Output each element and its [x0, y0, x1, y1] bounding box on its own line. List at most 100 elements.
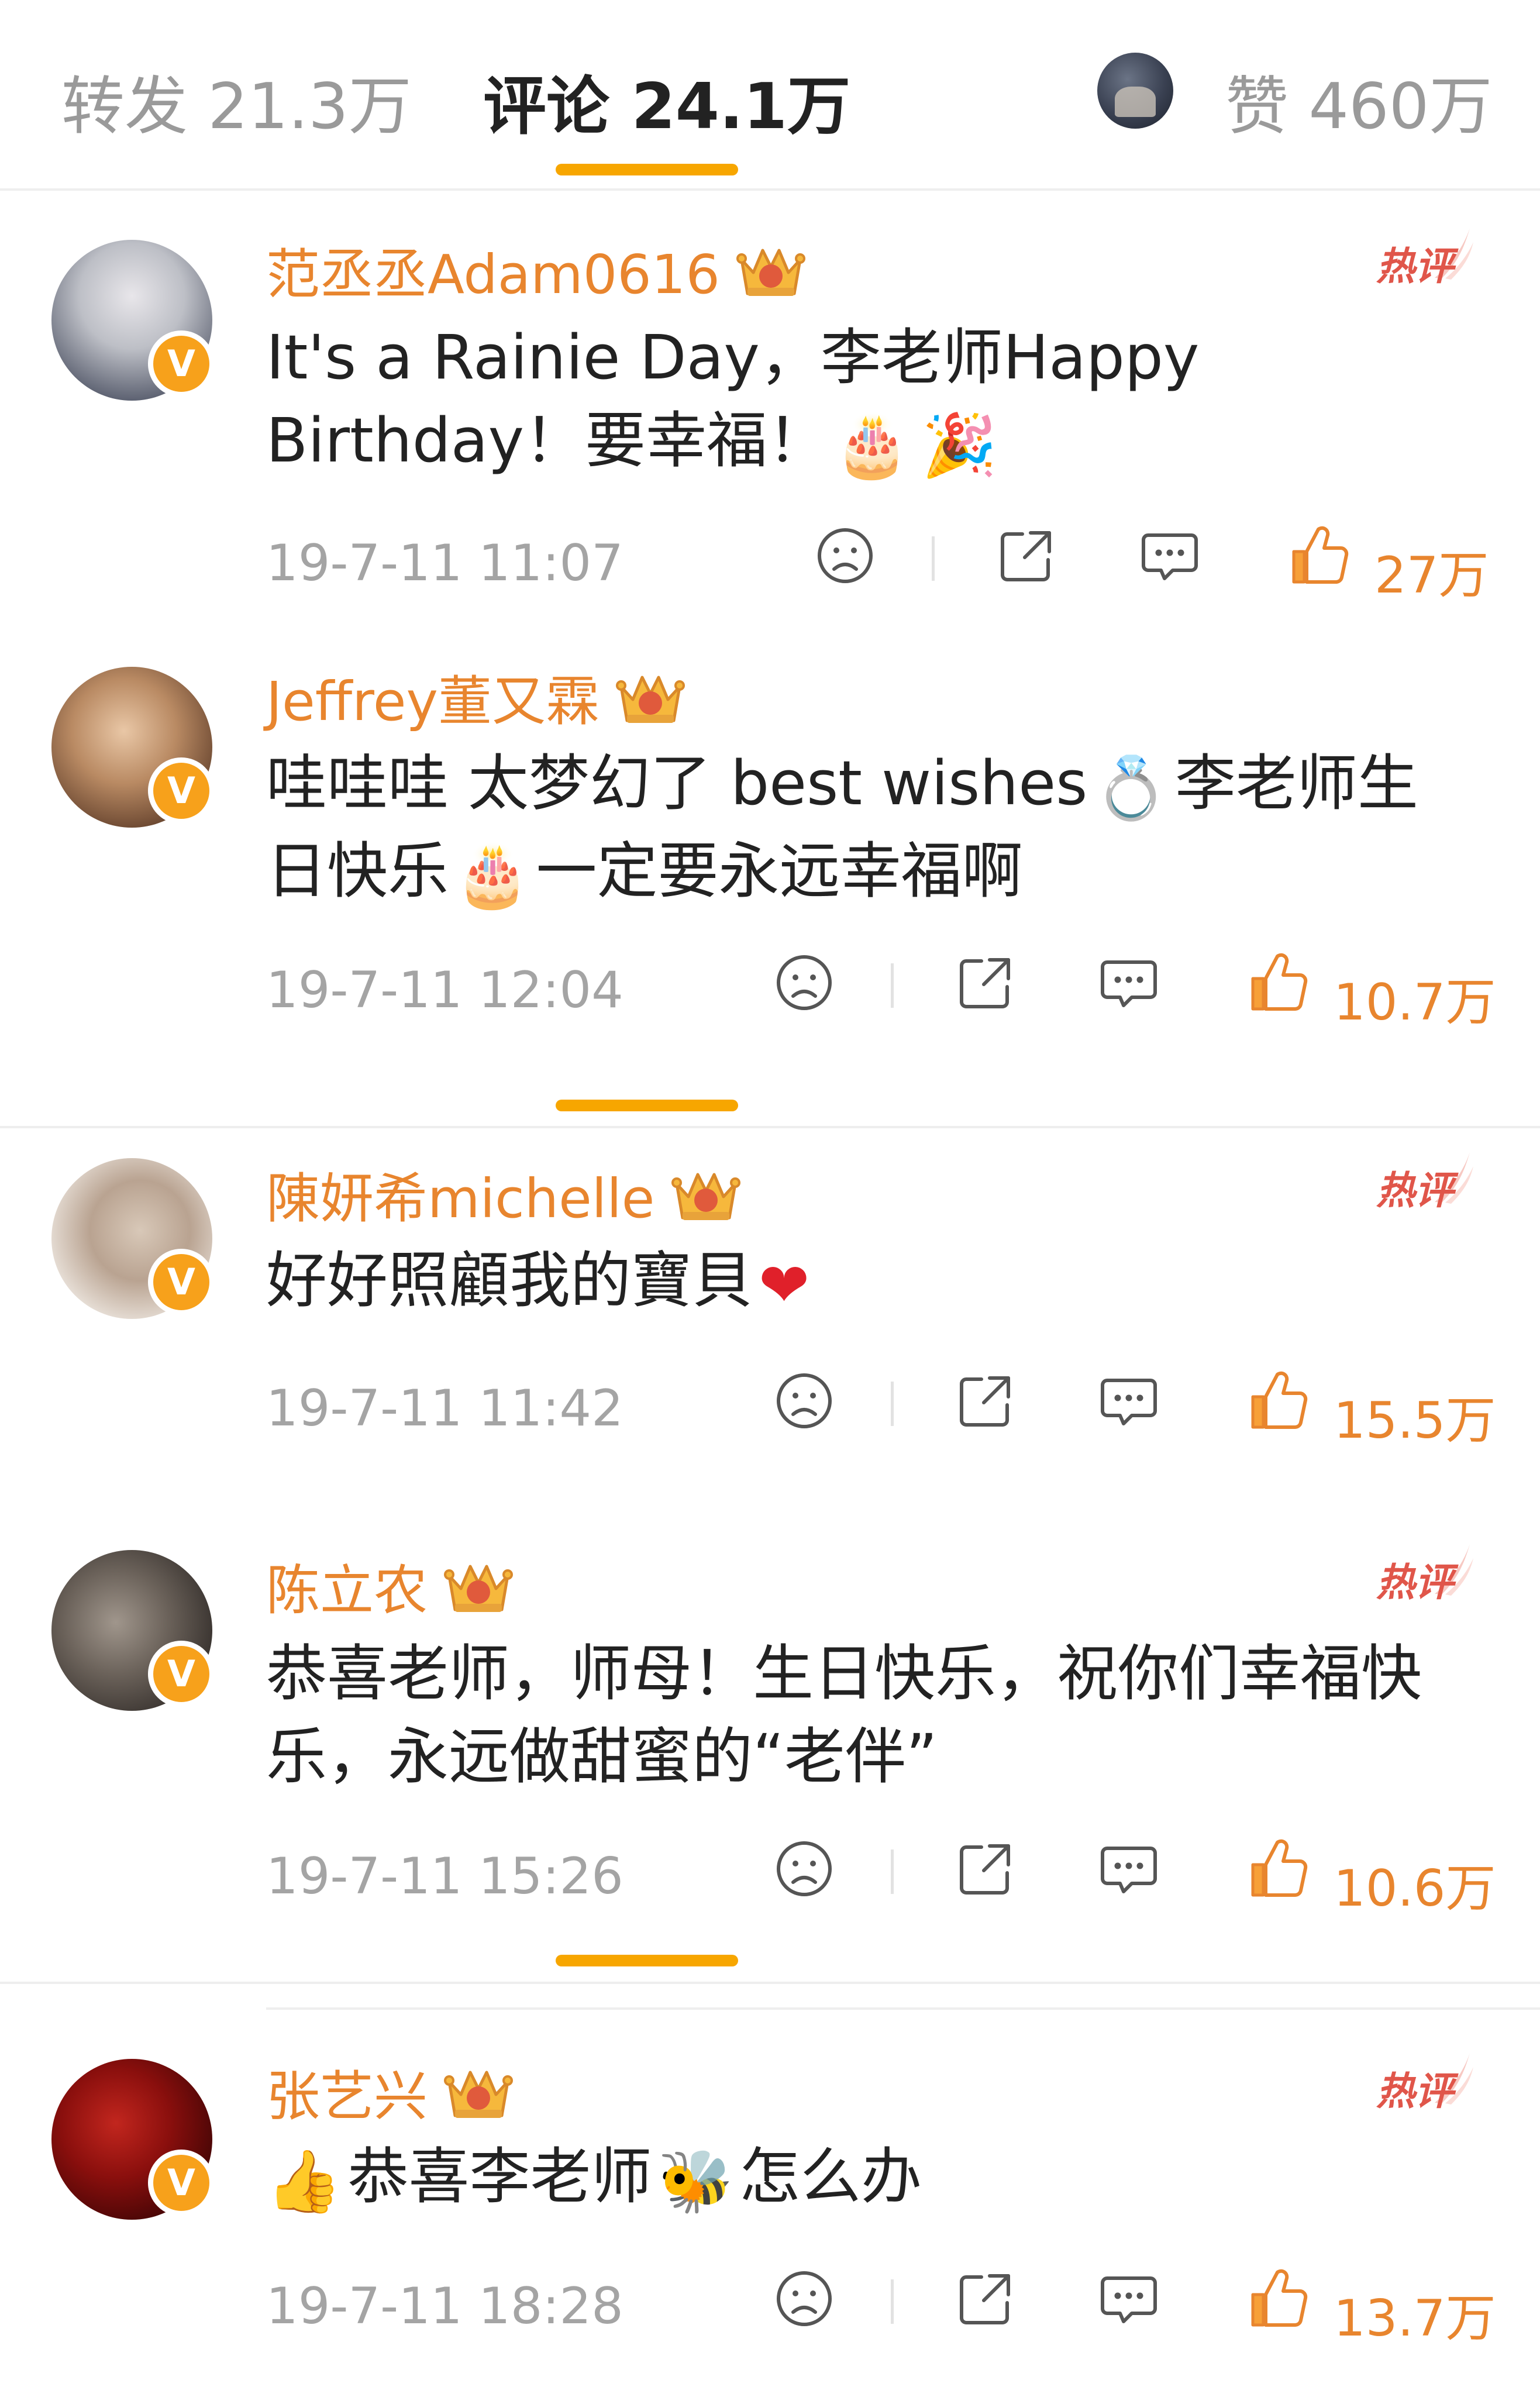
hot-label: 热评: [1376, 244, 1453, 289]
crown-badge-icon: [671, 1164, 741, 1225]
section-divider: [0, 1982, 1540, 1984]
like-icon[interactable]: [1287, 523, 1351, 588]
comment-text: It's a Rainie Day，李老师Happy Birthday！要幸福！…: [266, 316, 1494, 487]
comment-time: 19-7-11 12:04: [266, 961, 623, 1019]
verified-badge-icon: V: [148, 2150, 215, 2216]
like-icon[interactable]: [1246, 2267, 1310, 2331]
comment-line-text: 好好照顧我的寶貝: [266, 1245, 753, 1316]
like-count: 10.7万: [1334, 973, 1496, 1032]
like-icon[interactable]: [1246, 950, 1310, 1015]
bee-emoji: 🐝: [657, 2145, 734, 2217]
comment-line-text: 李老师生: [1174, 748, 1418, 819]
comment-line: It's a Rainie Day，李老师Happy: [266, 322, 1200, 393]
comment-line: 恭喜老师，师母！生日快乐，祝你们幸福快: [266, 1638, 1422, 1709]
crown-badge-icon: [443, 2062, 514, 2123]
comment-text: 好好照顧我的寶貝❤: [266, 1239, 1494, 1327]
comment-actions: 19-7-11 18:28 13.7万: [266, 2267, 1496, 2348]
comment-line: 日快乐🎂一定要永远幸福啊: [266, 829, 1494, 917]
username[interactable]: 陈立农: [266, 1559, 428, 1622]
reply-icon[interactable]: [1138, 523, 1202, 588]
comment-tab-bar: 转发 21.3万 评论 24.1万 赞 460万: [0, 0, 1540, 188]
comment-line-text: 怎么办: [739, 2141, 922, 2212]
comment-line: 哇哇哇 太梦幻了 best wishes💍李老师生: [266, 742, 1494, 829]
comment-text: 恭喜老师，师母！生日快乐，祝你们幸福快 乐，永远做甜蜜的“老伴”: [266, 1632, 1494, 1798]
dislike-icon[interactable]: [772, 1837, 836, 1901]
verified-badge-icon: V: [148, 757, 215, 824]
active-tab-indicator: [556, 164, 738, 175]
username[interactable]: 陳妍希michelle: [266, 1167, 654, 1230]
tab-comment[interactable]: 评论 24.1万: [483, 56, 850, 147]
comment-header: Jeffrey董又霖: [266, 658, 685, 734]
comment-time: 19-7-11 18:28: [266, 2277, 623, 2336]
comment-item: V 张艺兴 热评 👍恭喜李老师🐝怎么办 19-7-11 18:28 13.7万: [0, 2047, 1540, 2375]
avatar[interactable]: V: [51, 2059, 215, 2220]
verified-badge-icon: V: [148, 1641, 215, 1707]
crown-badge-icon: [615, 667, 685, 728]
avatar[interactable]: V: [51, 240, 215, 401]
section-indicator: [556, 1955, 738, 1966]
hot-label: 热评: [1376, 1560, 1453, 1605]
comment-item: V 陳妍希michelle 热评 好好照顧我的寶貝❤ 19-7-11 11:42…: [0, 1146, 1540, 1521]
party-popper-emoji: 🎉: [921, 409, 998, 481]
action-separator: [891, 963, 894, 1008]
like-count: 13.7万: [1334, 2289, 1496, 2348]
comment-header: 范丞丞Adam0616: [266, 231, 806, 307]
reply-icon[interactable]: [1097, 950, 1161, 1015]
crown-badge-icon: [736, 240, 806, 301]
hot-label: 热评: [1376, 1168, 1453, 1213]
comment-time: 19-7-11 11:42: [266, 1379, 623, 1438]
reply-icon[interactable]: [1097, 1837, 1161, 1901]
comment-item: V Jeffrey董又霖 哇哇哇 太梦幻了 best wishes💍李老师生 日…: [0, 649, 1540, 1047]
like-count: 15.5万: [1334, 1391, 1496, 1450]
comment-line: 乐，永远做甜蜜的“老伴”: [266, 1721, 938, 1792]
like-count: 27万: [1374, 546, 1489, 605]
share-icon[interactable]: [953, 2267, 1018, 2331]
share-icon[interactable]: [994, 523, 1059, 588]
liker-avatar[interactable]: [1097, 53, 1173, 129]
dislike-icon[interactable]: [772, 950, 836, 1015]
comment-actions: 19-7-11 15:26 10.6万: [266, 1837, 1496, 1918]
action-separator: [891, 1382, 894, 1426]
comment-header: 陈立农: [266, 1547, 514, 1623]
comment-header: 陳妍希michelle: [266, 1155, 741, 1231]
comment-time: 19-7-11 11:07: [266, 534, 623, 593]
verified-badge-icon: V: [148, 1249, 215, 1315]
like-icon[interactable]: [1246, 1369, 1310, 1433]
tab-divider: [0, 188, 1540, 191]
username[interactable]: Jeffrey董又霖: [266, 670, 600, 733]
share-icon[interactable]: [953, 950, 1018, 1015]
comment-time: 19-7-11 15:26: [266, 1847, 623, 1906]
share-icon[interactable]: [953, 1837, 1018, 1901]
section-indicator: [556, 1100, 738, 1111]
like-count: 10.6万: [1334, 1859, 1496, 1918]
thumbs-up-emoji: 👍: [266, 2145, 342, 2217]
tab-like[interactable]: 赞 460万: [1225, 56, 1492, 147]
dislike-icon[interactable]: [813, 523, 877, 588]
heart-emoji: ❤: [759, 1249, 810, 1321]
username[interactable]: 张艺兴: [266, 2065, 428, 2128]
avatar[interactable]: V: [51, 1550, 215, 1711]
comment-line-text: Birthday！要幸福！: [266, 405, 828, 476]
hot-comment-badge: 热评: [1376, 222, 1476, 289]
avatar[interactable]: V: [51, 1158, 215, 1319]
comment-text: 哇哇哇 太梦幻了 best wishes💍李老师生 日快乐🎂一定要永远幸福啊: [266, 742, 1494, 917]
ring-emoji: 💍: [1093, 752, 1169, 824]
reply-icon[interactable]: [1097, 2267, 1161, 2331]
tab-repost[interactable]: 转发 21.3万: [61, 56, 412, 147]
comment-line: 好好照顧我的寶貝❤: [266, 1239, 1494, 1327]
comment-line-text: 哇哇哇 太梦幻了 best wishes: [266, 748, 1088, 819]
dislike-icon[interactable]: [772, 1369, 836, 1433]
comment-actions: 19-7-11 11:07 27万: [266, 523, 1489, 605]
like-icon[interactable]: [1246, 1837, 1310, 1901]
verified-badge-icon: V: [148, 330, 215, 397]
dislike-icon[interactable]: [772, 2267, 836, 2331]
comment-line: 👍恭喜李老师🐝怎么办: [266, 2135, 1494, 2223]
action-separator: [891, 2279, 894, 2324]
comment-line-text: 恭喜李老师: [347, 2141, 652, 2212]
share-icon[interactable]: [953, 1369, 1018, 1433]
reply-icon[interactable]: [1097, 1369, 1161, 1433]
comment-line-text: 日快乐: [266, 835, 449, 907]
avatar[interactable]: V: [51, 667, 215, 828]
username[interactable]: 范丞丞Adam0616: [266, 243, 720, 306]
comment-actions: 19-7-11 11:42 15.5万: [266, 1369, 1496, 1450]
